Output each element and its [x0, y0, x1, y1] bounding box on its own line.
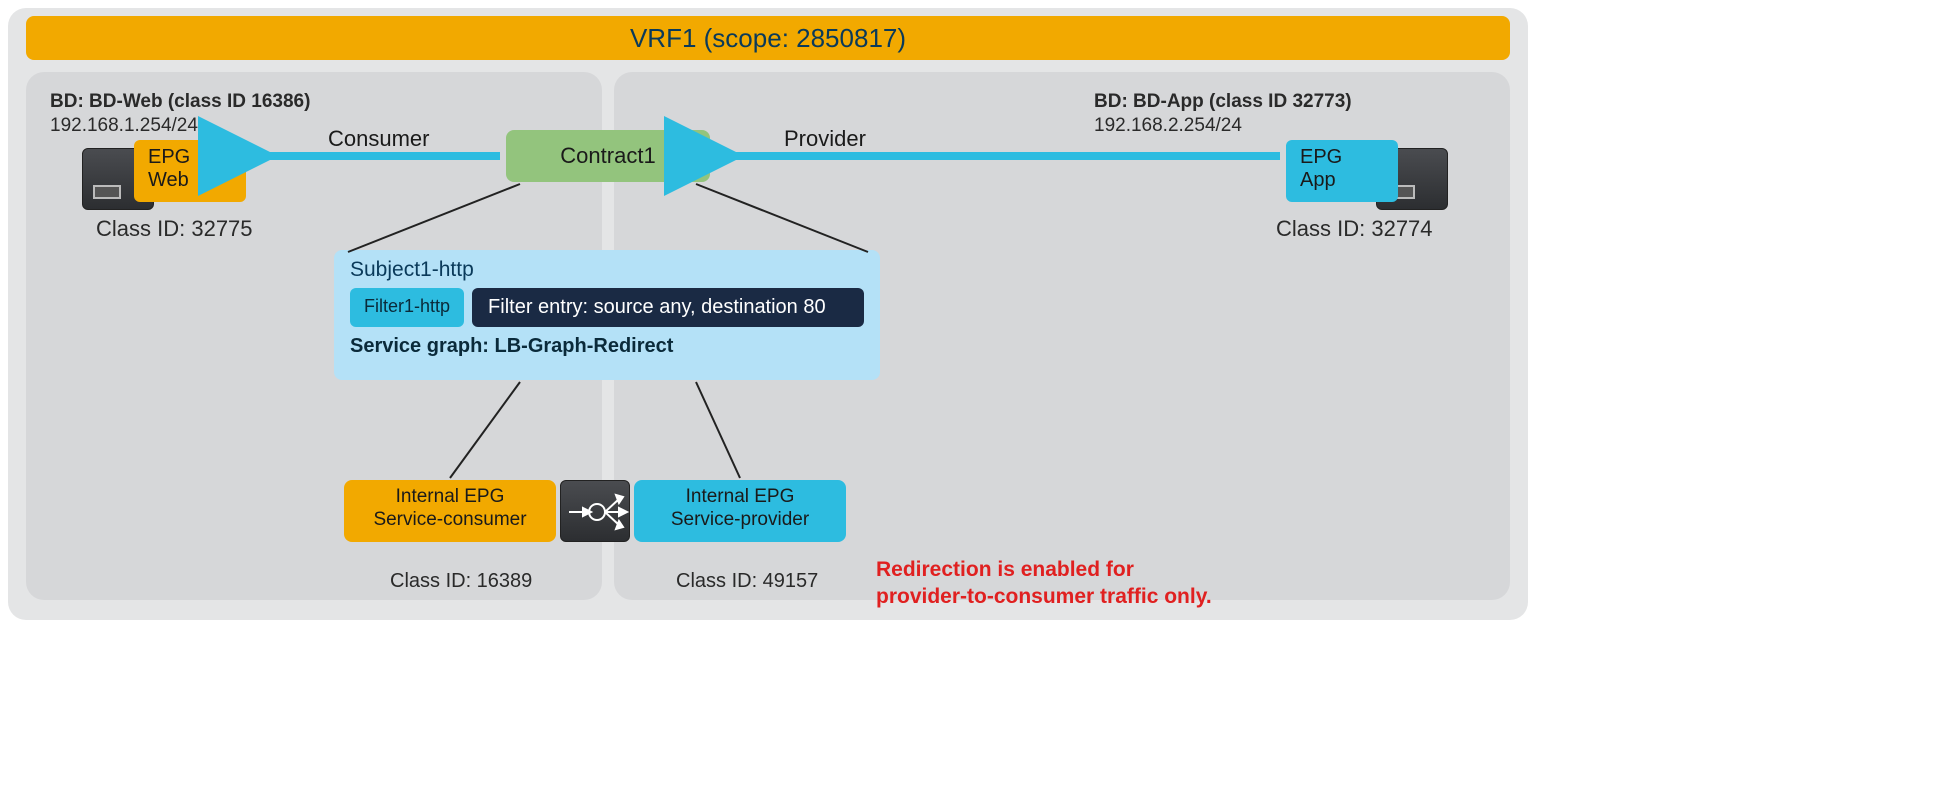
note-l2: provider-to-consumer traffic only. [876, 585, 1212, 608]
epg-app-l1: EPG [1300, 146, 1342, 168]
svc-consumer-l2: Service-consumer [373, 509, 526, 530]
svc-provider-l1: Internal EPG [686, 486, 795, 507]
epg-web-l2: Web [148, 169, 189, 191]
epg-web-l1: EPG [148, 146, 190, 168]
epg-web-classid: Class ID: 32775 [96, 216, 253, 242]
consumer-label: Consumer [328, 126, 429, 152]
svc-consumer-classid: Class ID: 16389 [390, 570, 532, 593]
svc-consumer-l1: Internal EPG [396, 486, 505, 507]
note-l1: Redirection is enabled for [876, 558, 1134, 581]
filter-row: Filter1-http Filter entry: source any, d… [350, 288, 864, 327]
bd-web-line2: 192.168.1.254/24 [50, 115, 198, 136]
bd-app-label: BD: BD-App (class ID 32773) 192.168.2.25… [1094, 90, 1352, 138]
bd-app-line2: 192.168.2.254/24 [1094, 115, 1242, 136]
load-balancer-icon [560, 480, 630, 542]
vrf-title-bar: VRF1 (scope: 2850817) [26, 16, 1510, 60]
filter-entry: Filter entry: source any, destination 80 [472, 288, 864, 327]
service-graph-label: Service graph: LB-Graph-Redirect [350, 335, 864, 358]
bd-web-line1: BD: BD-Web (class ID 16386) [50, 91, 310, 112]
svc-consumer-box: Internal EPG Service-consumer [344, 480, 556, 542]
epg-app-classid: Class ID: 32774 [1276, 216, 1433, 242]
svc-provider-box: Internal EPG Service-provider [634, 480, 846, 542]
epg-app-l2: App [1300, 169, 1336, 191]
redirection-note: Redirection is enabled for provider-to-c… [876, 556, 1212, 611]
svc-provider-classid: Class ID: 49157 [676, 570, 818, 593]
filter-name: Filter1-http [350, 288, 464, 327]
contract-box: Contract1 [506, 130, 710, 182]
subject-panel: Subject1-http Filter1-http Filter entry:… [334, 250, 880, 380]
lb-svg [561, 481, 631, 543]
bd-app-line1: BD: BD-App (class ID 32773) [1094, 91, 1352, 112]
bd-web-label: BD: BD-Web (class ID 16386) 192.168.1.25… [50, 90, 310, 138]
epg-web-box: EPG Web [134, 140, 246, 202]
svc-provider-l2: Service-provider [671, 509, 809, 530]
provider-label: Provider [784, 126, 866, 152]
epg-app-box: EPG App [1286, 140, 1398, 202]
subject-title: Subject1-http [350, 258, 864, 282]
